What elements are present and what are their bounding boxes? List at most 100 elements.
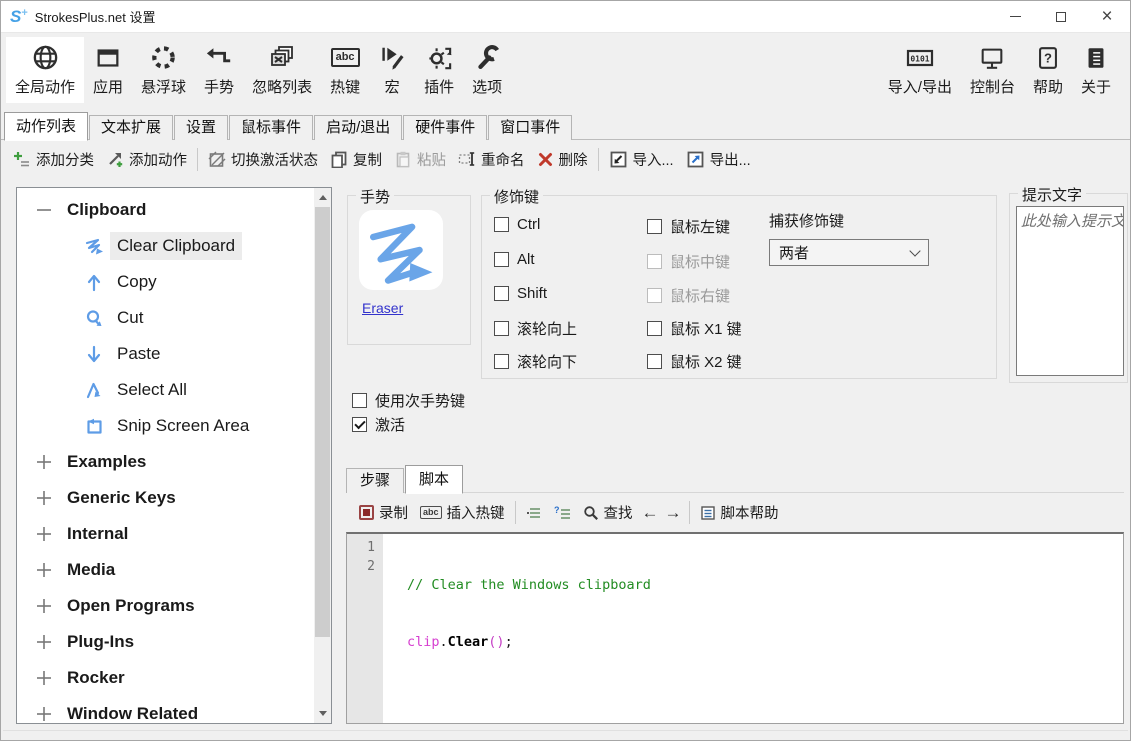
insert-hotkey-button[interactable]: abc 插入热键 xyxy=(414,499,511,526)
expand-plus-icon[interactable] xyxy=(31,524,57,544)
checkbox-ctrl[interactable]: Ctrl xyxy=(494,216,540,233)
expand-plus-icon[interactable] xyxy=(31,668,57,688)
tab-steps[interactable]: 步骤 xyxy=(346,468,404,493)
tree-category-internal[interactable]: Internal xyxy=(17,516,331,552)
close-button[interactable]: × xyxy=(1084,1,1130,33)
checkbox-box[interactable] xyxy=(352,393,367,408)
script-editor[interactable]: 1 2 // Clear the Windows clipboard clip.… xyxy=(346,532,1124,724)
minimize-button[interactable] xyxy=(992,1,1038,33)
checkbox-label: 鼠标左键 xyxy=(670,216,730,237)
scroll-up-icon[interactable] xyxy=(314,189,331,206)
gesture-eraser-link[interactable]: Eraser xyxy=(362,300,403,316)
checkbox-alt[interactable]: Alt xyxy=(494,251,535,268)
scroll-down-icon[interactable] xyxy=(314,705,331,722)
import-actions-button[interactable]: 导入... xyxy=(603,145,680,174)
tree-category-clipboard[interactable]: Clipboard xyxy=(17,192,331,228)
tab-settings[interactable]: 设置 xyxy=(174,115,228,140)
checkbox-active[interactable]: 激活 xyxy=(352,414,405,435)
checkbox-wheel-down[interactable]: 滚轮向下 xyxy=(494,351,577,372)
capture-modifiers-dropdown[interactable]: 两者 xyxy=(769,239,929,266)
tree-category-rocker[interactable]: Rocker xyxy=(17,660,331,696)
toolbar-options[interactable]: 选项 xyxy=(463,37,511,103)
checkbox-box[interactable] xyxy=(494,252,509,267)
maximize-button[interactable] xyxy=(1038,1,1084,33)
checkbox-box-checked[interactable] xyxy=(352,417,367,432)
expand-plus-icon[interactable] xyxy=(31,560,57,580)
checkbox-wheel-up[interactable]: 滚轮向上 xyxy=(494,318,577,339)
tree-category-generic-keys[interactable]: Generic Keys xyxy=(17,480,331,516)
tree-item-snip-screen-area[interactable]: Snip Screen Area xyxy=(17,408,331,444)
checkbox-box[interactable] xyxy=(494,286,509,301)
add-action-button[interactable]: 添加动作 xyxy=(100,145,193,174)
tree-category-media[interactable]: Media xyxy=(17,552,331,588)
action-tree[interactable]: Clipboard Clear Clipboard Copy Cut Paste… xyxy=(16,187,332,724)
toolbar-help[interactable]: ? 帮助 xyxy=(1024,37,1072,103)
tree-item-select-all[interactable]: Select All xyxy=(17,372,331,408)
goto-line-button[interactable] xyxy=(520,502,548,524)
expand-plus-icon[interactable] xyxy=(31,488,57,508)
record-button[interactable]: 录制 xyxy=(353,499,414,526)
tree-category-window-related[interactable]: Window Related xyxy=(17,696,331,724)
tab-mouse-events[interactable]: 鼠标事件 xyxy=(229,115,313,140)
tab-text-expansion[interactable]: 文本扩展 xyxy=(89,115,173,140)
toolbar-ignore-list[interactable]: 忽略列表 xyxy=(243,37,321,103)
checkbox-box[interactable] xyxy=(647,321,662,336)
toolbar-macros[interactable]: 宏 xyxy=(369,37,415,103)
find-button[interactable]: 查找 xyxy=(577,499,639,526)
checkbox-box[interactable] xyxy=(647,219,662,234)
toolbar-console[interactable]: 控制台 xyxy=(961,37,1024,103)
expand-plus-icon[interactable] xyxy=(31,596,57,616)
navigate-forward-button[interactable]: → xyxy=(662,503,685,523)
copy-action-button[interactable]: 复制 xyxy=(324,145,388,174)
hint-text-input[interactable] xyxy=(1016,206,1124,376)
checkbox-box[interactable] xyxy=(647,354,662,369)
tab-script[interactable]: 脚本 xyxy=(405,465,463,494)
rename-action-button[interactable]: 重命名 xyxy=(452,145,531,174)
code-area[interactable]: // Clear the Windows clipboard clip.Clea… xyxy=(383,534,1123,723)
tree-category-open-programs[interactable]: Open Programs xyxy=(17,588,331,624)
tab-action-list[interactable]: 动作列表 xyxy=(4,112,88,141)
expand-plus-icon[interactable] xyxy=(31,452,57,472)
checkbox-box[interactable] xyxy=(494,321,509,336)
script-help-button[interactable]: 脚本帮助 xyxy=(694,499,785,526)
toolbar-gestures[interactable]: 手势 xyxy=(195,37,243,103)
toolbar-label: 关于 xyxy=(1081,76,1111,97)
paste-action-button[interactable]: 粘贴 xyxy=(388,145,452,174)
tree-item-copy[interactable]: Copy xyxy=(17,264,331,300)
checkbox-mouse-left[interactable]: 鼠标左键 xyxy=(647,216,730,237)
checkbox-shift[interactable]: Shift xyxy=(494,285,547,302)
checkbox-box[interactable] xyxy=(494,217,509,232)
checkbox-secondary-stroke[interactable]: 使用次手势键 xyxy=(352,390,465,411)
add-category-button[interactable]: 添加分类 xyxy=(7,145,100,174)
tab-window-events[interactable]: 窗口事件 xyxy=(488,115,572,140)
toolbar-global-actions[interactable]: 全局动作 xyxy=(6,37,84,103)
export-actions-button[interactable]: 导出... xyxy=(680,145,757,174)
toolbar-import-export[interactable]: 0101 导入/导出 xyxy=(879,37,961,103)
navigate-back-button[interactable]: ← xyxy=(639,503,662,523)
toolbar-about[interactable]: 关于 xyxy=(1072,37,1120,103)
expand-plus-icon[interactable] xyxy=(31,704,57,724)
tree-item-clear-clipboard[interactable]: Clear Clipboard xyxy=(17,228,331,264)
tree-item-cut[interactable]: Cut xyxy=(17,300,331,336)
collapse-minus-icon[interactable] xyxy=(31,200,57,220)
gesture-thumbnail[interactable] xyxy=(359,210,443,290)
tree-category-plug-ins[interactable]: Plug-Ins xyxy=(17,624,331,660)
delete-action-button[interactable]: 删除 xyxy=(531,145,594,174)
toolbar-plugins[interactable]: 插件 xyxy=(415,37,463,103)
toggle-active-state-button[interactable]: 切换激活状态 xyxy=(202,145,324,174)
toolbar-hotkeys[interactable]: abc 热键 xyxy=(321,37,369,103)
expand-plus-icon[interactable] xyxy=(31,632,57,652)
checkbox-box[interactable] xyxy=(494,354,509,369)
tree-item-paste[interactable]: Paste xyxy=(17,336,331,372)
checkbox-mouse-x1[interactable]: 鼠标 X1 键 xyxy=(647,318,742,339)
tree-scrollbar[interactable] xyxy=(314,188,331,723)
minimize-icon xyxy=(1010,16,1021,17)
checkbox-mouse-x2[interactable]: 鼠标 X2 键 xyxy=(647,351,742,372)
tab-hardware-events[interactable]: 硬件事件 xyxy=(403,115,487,140)
tree-category-examples[interactable]: Examples xyxy=(17,444,331,480)
scrollbar-thumb[interactable] xyxy=(315,207,330,637)
goto-definition-button[interactable]: ? xyxy=(548,502,577,524)
tab-startup-exit[interactable]: 启动/退出 xyxy=(314,115,402,140)
toolbar-floating-ball[interactable]: 悬浮球 xyxy=(132,37,195,103)
toolbar-applications[interactable]: 应用 xyxy=(84,37,132,103)
